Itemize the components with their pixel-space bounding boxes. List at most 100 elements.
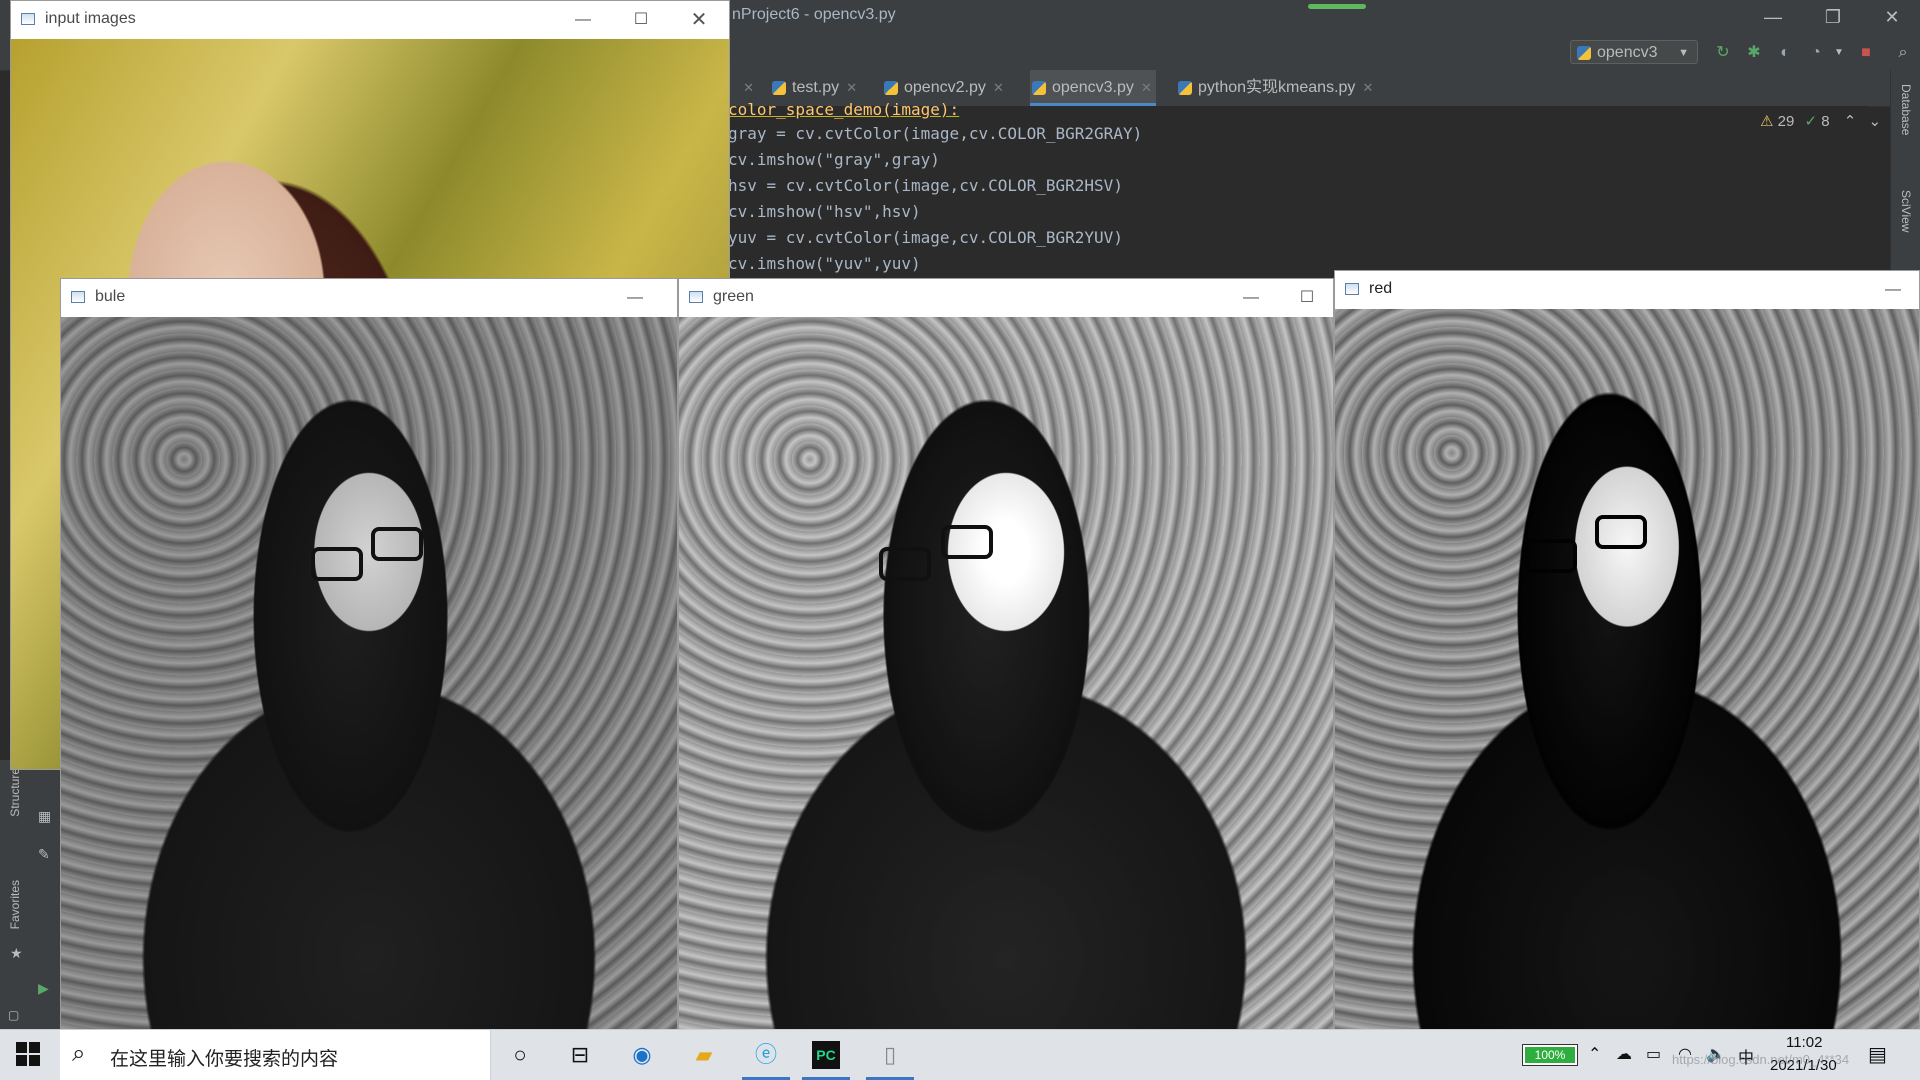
python-file-icon [772,81,786,95]
glasses-left-lens [311,547,363,581]
glasses-right-lens [1595,515,1647,549]
debug-icon[interactable]: ✱ [1743,42,1765,64]
red-channel-image [1335,309,1919,1029]
stop-icon[interactable]: ■ [1855,42,1877,64]
code-editor[interactable]: color_space_demo(image): gray = cv.cvtCo… [728,100,1868,276]
ide-window-title: nProject6 - opencv3.py [732,6,896,23]
chevron-up-icon[interactable]: ⌃ [1588,1044,1601,1064]
tab-opencv3[interactable]: opencv3.py ✕ [1030,70,1156,106]
python-file-icon [884,81,898,95]
pin-icon[interactable]: ✎ [38,846,50,863]
battery-icon[interactable]: ▭ [1646,1044,1661,1064]
python-file-icon [1032,81,1046,95]
app-window-icon [1345,283,1359,295]
close-icon[interactable]: ✕ [993,70,1004,106]
blue-channel-window[interactable]: bule — [60,278,678,1030]
clock-time[interactable]: 11:02 [1786,1034,1822,1051]
glasses-left-lens [1525,539,1577,573]
left-tool-strip: Structure Favorites ★ ▦ ✎ ▶ ▢ [0,760,60,1030]
battery-indicator[interactable]: 100% [1522,1044,1578,1066]
glasses-left-lens [879,547,931,581]
task-view-icon[interactable]: ⊟ [564,1039,596,1071]
window-titlebar[interactable]: bule — [61,279,677,317]
window-title: green [713,288,754,305]
structure-tool-label[interactable]: Structure [8,768,22,817]
ie-browser-icon[interactable]: ⓔ [742,1039,790,1080]
ide-close-button[interactable]: ✕ [1864,0,1920,34]
pycharm-icon[interactable]: PC [802,1041,850,1080]
window-title: red [1369,280,1393,297]
chevron-up-icon[interactable]: ⌃ [1844,113,1857,130]
minimize-button[interactable]: — [555,1,611,39]
code-line: gray = cv.cvtColor(image,cv.COLOR_BGR2GR… [728,124,1143,143]
window-titlebar[interactable]: green — ☐ [679,279,1333,317]
search-icon[interactable]: ⌕ [1892,42,1914,64]
battery-percent: 100% [1534,1048,1566,1062]
favorites-tool-label[interactable]: Favorites [8,880,22,929]
close-icon[interactable]: ✕ [1141,70,1152,106]
rerun-icon[interactable]: ↻ [1712,42,1734,64]
code-line: cv.imshow("yuv",yuv) [728,254,921,273]
search-icon: ⌕ [72,1040,86,1067]
maximize-button[interactable]: ☐ [1279,279,1333,317]
blue-channel-image [61,317,677,1029]
code-line: color_space_demo(image): [728,100,960,119]
run-more-icon[interactable]: ▼ [1828,42,1850,64]
warning-count: 29 [1777,113,1795,130]
star-icon: ★ [10,945,23,961]
cloud-icon[interactable]: ☁ [1616,1044,1632,1064]
glasses-right-lens [371,527,423,561]
edge-browser-icon[interactable]: ◉ [626,1039,658,1071]
app-window-icon [71,291,85,303]
tab-kmeans[interactable]: python实现kmeans.py ✕ [1176,70,1377,106]
run-icon[interactable]: ▶ [38,980,49,997]
ide-restore-button[interactable]: ❐ [1805,0,1861,34]
code-line: hsv = cv.cvtColor(image,cv.COLOR_BGR2HSV… [728,176,1123,195]
python-icon [1577,46,1591,60]
code-line: yuv = cv.cvtColor(image,cv.COLOR_BGR2YUV… [728,228,1123,247]
maximize-button[interactable]: ☐ [613,1,669,39]
cortana-icon[interactable]: ○ [504,1039,536,1071]
watermark-text: https://blog.csdn.net/m0_4**34 [1672,1052,1850,1067]
app-window-icon [21,13,35,25]
taskbar: ⌕ 在这里输入你要搜索的内容 ○ ⊟ ◉ ▰ ⓔ PC ▯ 100% ⌃ ☁ ▭… [0,1029,1920,1080]
terminal-icon[interactable]: ▢ [8,1008,19,1022]
check-icon: ✓ [1804,113,1818,130]
run-config-select[interactable]: opencv3 ▼ [1570,40,1698,64]
search-placeholder: 在这里输入你要搜索的内容 [110,1049,339,1070]
layout-icon[interactable]: ▦ [38,808,51,825]
file-explorer-icon[interactable]: ▰ [688,1039,720,1071]
database-tool-label[interactable]: Database [1899,84,1913,135]
minimize-button[interactable]: — [607,279,663,317]
minimize-button[interactable]: — [1865,271,1919,309]
glasses-right-lens [941,525,993,559]
sciview-tool-label[interactable]: SciView [1899,190,1913,232]
chevron-down-icon: ▼ [1678,47,1689,59]
window-titlebar[interactable]: red — [1335,271,1919,309]
inspection-summary[interactable]: ⚠ 29 ✓ 8 ⌃ ⌄ [1760,112,1881,130]
python-file-icon [1178,81,1192,95]
coverage-icon[interactable]: ◐ [1774,42,1796,64]
minimize-button[interactable]: — [1223,279,1279,317]
windows-start-icon[interactable] [16,1042,40,1066]
ide-progress-bar [1308,4,1366,9]
code-line: cv.imshow("gray",gray) [728,150,940,169]
document-icon[interactable]: ▯ [866,1039,914,1080]
window-titlebar[interactable]: input images — ☐ ✕ [11,1,729,39]
close-icon[interactable]: ✕ [1363,70,1374,106]
notification-icon[interactable]: ▤ [1868,1042,1887,1067]
chevron-down-icon[interactable]: ⌄ [1869,113,1882,130]
ok-count: 8 [1821,113,1830,130]
red-channel-window[interactable]: red — [1334,270,1920,1030]
ide-minimize-button[interactable]: — [1745,0,1801,34]
green-channel-image [679,317,1333,1029]
close-button[interactable]: ✕ [671,1,727,39]
app-window-icon [689,291,703,303]
code-line: cv.imshow("hsv",hsv) [728,202,921,221]
profile-icon[interactable]: ◔ [1805,42,1827,64]
window-title: bule [95,288,126,305]
green-channel-window[interactable]: green — ☐ [678,278,1334,1030]
taskbar-search-box[interactable]: ⌕ 在这里输入你要搜索的内容 [60,1030,491,1080]
warning-icon: ⚠ [1760,113,1774,130]
run-config-label: opencv3 [1597,44,1658,61]
